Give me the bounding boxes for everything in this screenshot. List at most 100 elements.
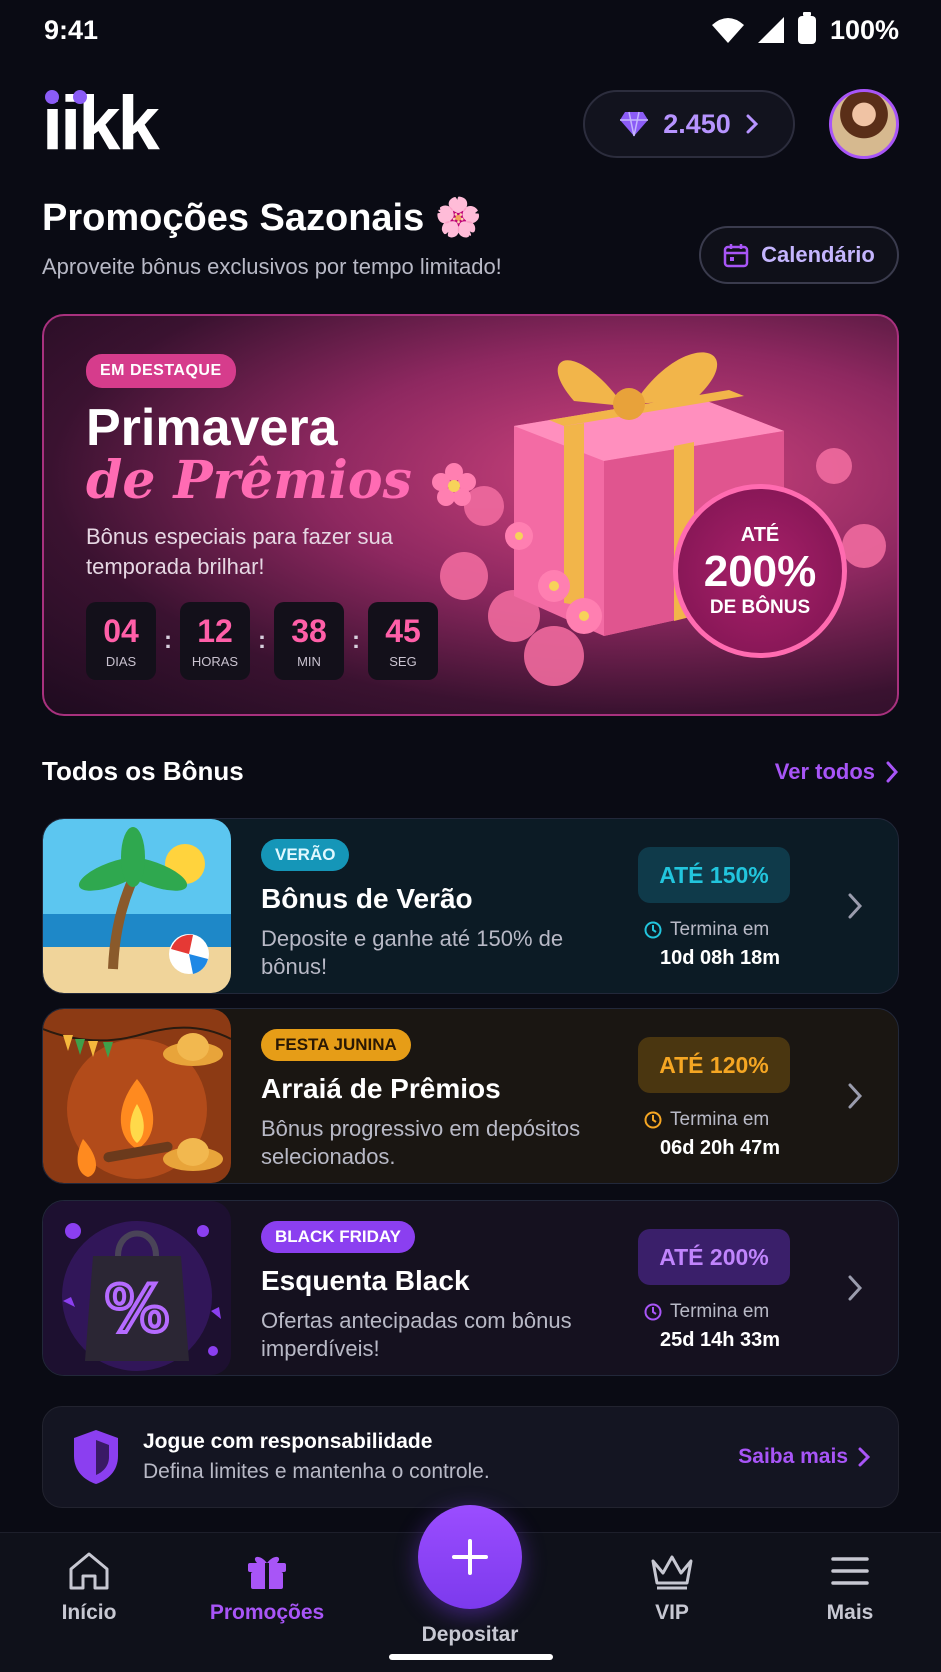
bonus-meta: ATÉ 120% Termina em 06d 20h 47m (638, 1037, 808, 1160)
countdown-timer: 04 DIAS : 12 HORAS : 38 MIN : 45 SEG (86, 602, 438, 680)
bonus-meta: ATÉ 150% Termina em 10d 08h 18m (638, 847, 808, 970)
bonus-timer: 10d 08h 18m (660, 947, 781, 969)
shopping-bag-illustration: % (43, 1201, 231, 1375)
bonus-info: VERÃO Bônus de Verão Deposite e ganhe at… (231, 819, 611, 993)
ends-row: Termina em (638, 919, 808, 941)
bonus-title: Esquenta Black (261, 1265, 470, 1296)
chevron-right-icon (848, 1275, 863, 1301)
season-tag: BLACK FRIDAY (261, 1221, 415, 1253)
chevron-right-icon (858, 1447, 870, 1467)
battery-icon (797, 12, 816, 44)
countdown-hours: 12 HORAS (180, 602, 250, 680)
ends-label: Termina em (670, 919, 770, 940)
deposit-label[interactable]: Depositar (400, 1623, 540, 1647)
logo-dots (45, 90, 87, 104)
flower-icon (431, 462, 476, 506)
countdown-label: SEG (389, 654, 417, 669)
chevron-right-icon (848, 1083, 863, 1109)
signal-icon (757, 17, 784, 43)
nav-more[interactable]: Mais (790, 1551, 910, 1625)
bonus-title: Arraiá de Prêmios (261, 1073, 501, 1104)
home-indicator (389, 1654, 553, 1660)
bonus-card-black-friday[interactable]: % BLACK FRIDAY Esquenta Black Ofertas an… (42, 1200, 899, 1376)
countdown-label: HORAS (191, 654, 239, 669)
diamond-icon (620, 111, 649, 137)
season-tag: FESTA JUNINA (261, 1029, 411, 1061)
bonus-timer: 06d 20h 47m (660, 1137, 781, 1159)
nav-vip[interactable]: VIP (612, 1551, 732, 1625)
wifi-icon (711, 18, 744, 43)
countdown-value: 04 (103, 613, 139, 649)
hero-title-line2: de Prêmios (86, 450, 478, 511)
countdown-minutes: 38 MIN (274, 602, 344, 680)
chevron-right-icon (886, 761, 899, 782)
bonus-card-summer[interactable]: VERÃO Bônus de Verão Deposite e ganhe at… (42, 818, 899, 994)
gift-icon (248, 1556, 286, 1589)
hero-bonus-bottom: DE BÔNUS (709, 596, 811, 618)
crown-icon (651, 1555, 693, 1590)
calendar-button[interactable]: Calendário (699, 226, 899, 284)
section-title: Todos os Bônus (42, 756, 244, 786)
responsible-subtitle: Defina limites e mantenha o controle. (143, 1460, 490, 1483)
nav-promotions[interactable]: Promoções (207, 1551, 327, 1625)
clock-icon (644, 1303, 662, 1321)
beach-illustration (43, 819, 231, 993)
status-time: 9:41 (44, 14, 99, 45)
ends-label: Termina em (670, 1301, 770, 1322)
calendar-label: Calendário (761, 242, 875, 267)
battery-level: 100% (829, 14, 899, 45)
nav-vip-label: VIP (655, 1601, 689, 1624)
hero-description: Bônus especiais para fazer sua temporada… (86, 524, 393, 579)
calendar-icon (723, 244, 749, 268)
countdown-value: 38 (291, 613, 327, 649)
black-friday-thumbnail: % (43, 1201, 231, 1375)
hero-bonus-top: ATÉ (740, 523, 780, 546)
bonus-title: Bônus de Verão (261, 883, 473, 914)
ends-row: Termina em (638, 1109, 808, 1131)
deposit-button[interactable] (418, 1505, 522, 1609)
avatar[interactable] (829, 89, 899, 159)
see-all-link[interactable]: Ver todos (775, 759, 899, 785)
countdown-days: 04 DIAS (86, 602, 156, 680)
responsible-title: Jogue com responsabilidade (143, 1430, 433, 1453)
nav-more-label: Mais (826, 1601, 874, 1624)
hero-title-line1: Primavera (86, 399, 338, 457)
featured-badge: EM DESTAQUE (86, 354, 236, 388)
page-heading: Promoções Sazonais 🌸 Aproveite bônus exc… (42, 196, 899, 284)
status-bar: 9:41 100% (0, 0, 941, 60)
summer-thumbnail (43, 819, 231, 993)
bonus-timer: 25d 14h 33m (660, 1329, 781, 1351)
bottom-navigation: Início Promoções Depositar VIP Mais (0, 1505, 941, 1672)
see-all-label: Ver todos (774, 758, 875, 784)
gems-balance-button[interactable]: 2.450 (583, 90, 795, 158)
bonus-percent-badge: ATÉ 200% (638, 1229, 790, 1285)
app-logo[interactable]: iikk (42, 86, 160, 162)
plus-icon (452, 1539, 488, 1575)
countdown-separator: : (164, 627, 172, 654)
learn-more-link[interactable]: Saiba mais (738, 1445, 870, 1469)
bonus-percent-badge: ATÉ 150% (638, 847, 790, 903)
nav-promotions-label: Promoções (209, 1601, 325, 1624)
hero-title-line2-text: de Prêmios (86, 450, 412, 511)
nav-home-label: Início (61, 1601, 117, 1624)
home-icon (69, 1552, 109, 1590)
bonus-meta: ATÉ 200% Termina em 25d 14h 33m (638, 1229, 808, 1352)
nav-home[interactable]: Início (29, 1551, 149, 1625)
festa-junina-thumbnail (43, 1009, 231, 1183)
countdown-seconds: 45 SEG (368, 602, 438, 680)
season-tag: VERÃO (261, 839, 350, 871)
clock-icon (644, 921, 662, 939)
responsible-gaming-banner[interactable]: Jogue com responsabilidade Defina limite… (42, 1406, 899, 1508)
featured-promo-banner[interactable]: EM DESTAQUE Primavera de Prêmios Bônus e… (42, 314, 899, 716)
bonus-percent-badge: ATÉ 120% (638, 1037, 790, 1093)
app-header: iikk 2.450 (42, 86, 899, 162)
gems-count: 2.450 (663, 108, 731, 139)
countdown-separator: : (352, 627, 360, 654)
ends-row: Termina em (638, 1301, 808, 1323)
countdown-label: DIAS (105, 654, 137, 669)
bonus-description: Ofertas antecipadas com bônus imperdívei… (261, 1308, 572, 1361)
bonus-card-festa-junina[interactable]: FESTA JUNINA Arraiá de Prêmios Bônus pro… (42, 1008, 899, 1184)
chevron-right-icon (848, 893, 863, 919)
countdown-separator: : (258, 627, 266, 654)
chevron-right-icon (746, 114, 758, 134)
